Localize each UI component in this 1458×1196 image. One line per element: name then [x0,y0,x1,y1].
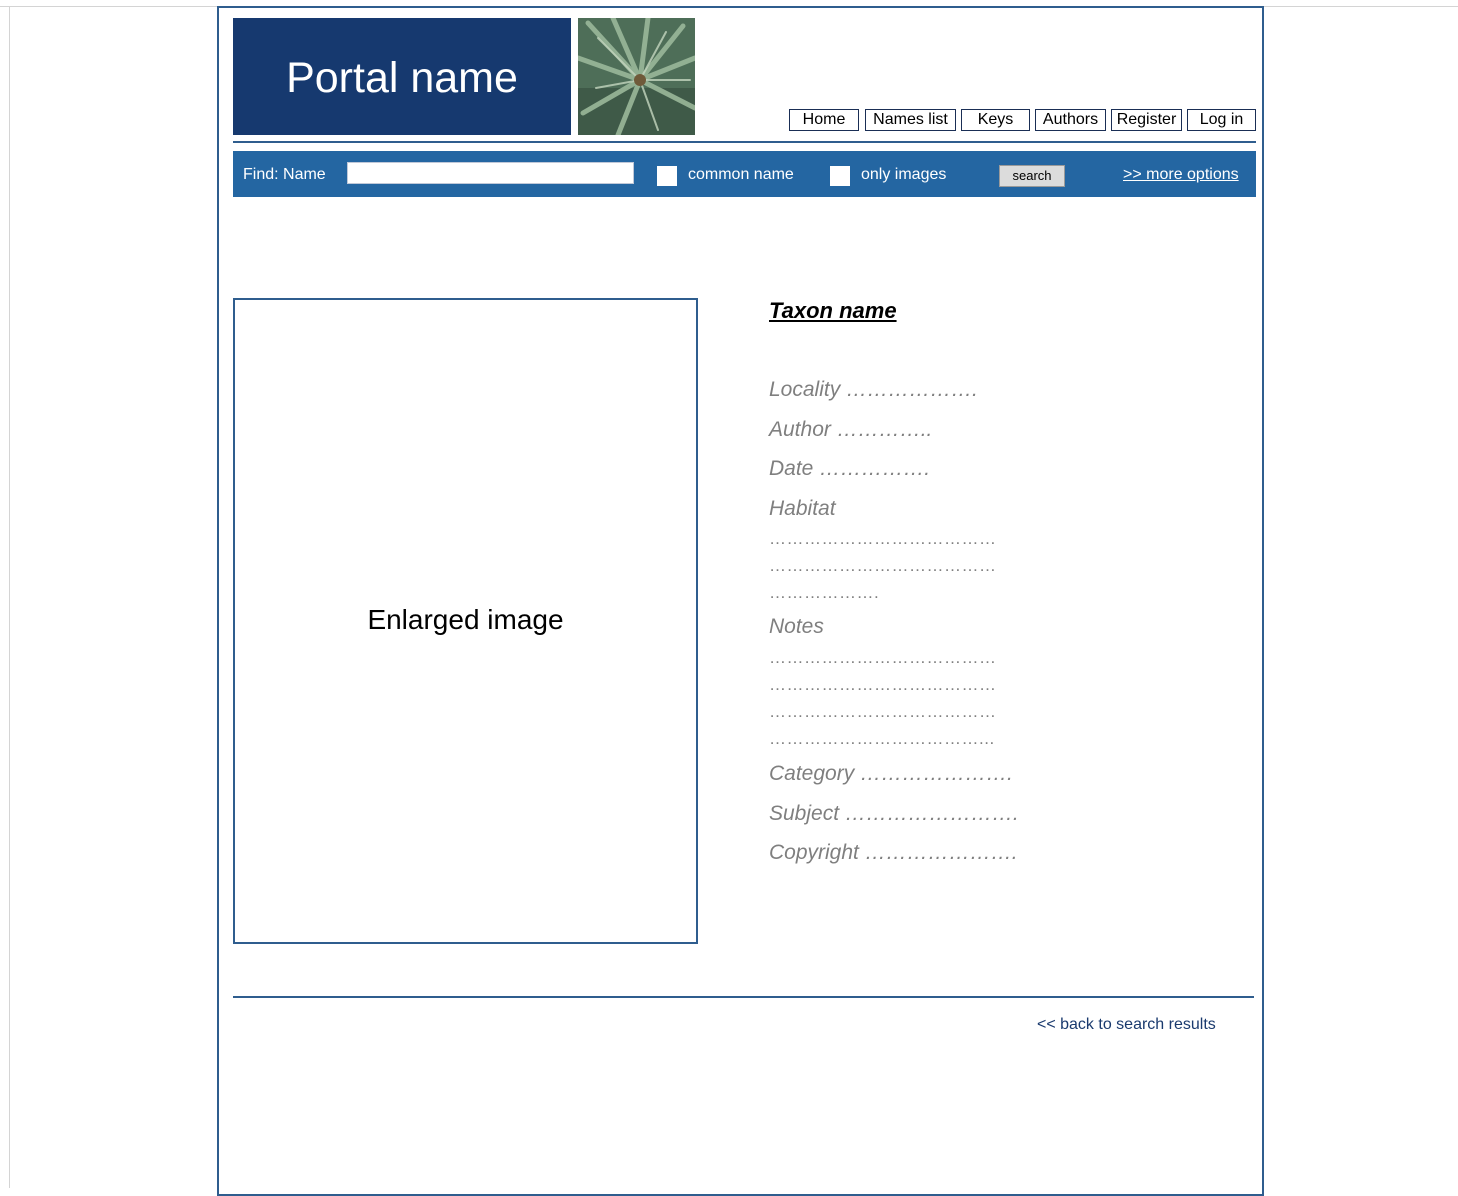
notes-line: ………………………………... [769,729,995,748]
habitat-line: ………………………………… [769,556,997,575]
field-subject: Subject ……………………. [769,802,1019,825]
only-images-checkbox[interactable] [830,166,850,186]
footer-divider [233,996,1254,998]
nav-register[interactable]: Register [1111,109,1182,131]
common-name-checkbox[interactable] [657,166,677,186]
notes-line: ………………………………… [769,702,997,721]
field-habitat: Habitat [769,497,836,520]
palm-leaves-image [578,18,695,135]
habitat-line: ………………. [769,583,880,602]
notes-line: ………………………………… [769,648,997,667]
nav-authors[interactable]: Authors [1035,109,1106,131]
header-divider [233,141,1256,143]
more-options-link[interactable]: >> more options [1123,166,1239,184]
field-date: Date ……………. [769,457,931,480]
browser-left-border [9,6,10,1188]
find-name-label: Find: Name [243,166,326,183]
search-bar: Find: Name common name only images searc… [233,151,1256,197]
common-name-label: common name [688,166,794,183]
back-to-search-results-link[interactable]: << back to search results [1037,1016,1216,1034]
name-search-input[interactable] [347,162,634,184]
page-container: Portal name Home Names list Keys Authors… [217,6,1264,1196]
portal-name: Portal name [286,54,518,102]
field-locality: Locality ………………. [769,378,978,401]
nav-keys[interactable]: Keys [961,109,1030,131]
header-plant-photo [578,18,695,135]
notes-line: ………………………………… [769,675,997,694]
only-images-label: only images [861,166,947,183]
nav-home[interactable]: Home [789,109,859,131]
enlarged-image-placeholder: Enlarged image [367,604,564,635]
portal-logo[interactable]: Portal name [233,18,571,135]
habitat-line: ………………………………… [769,529,997,548]
nav-log-in[interactable]: Log in [1187,109,1256,131]
enlarged-image-frame: Enlarged image [233,298,698,944]
field-notes: Notes [769,615,824,638]
field-category: Category …………………. [769,762,1013,785]
field-copyright: Copyright …………………. [769,841,1018,864]
nav-names-list[interactable]: Names list [865,109,956,131]
field-author: Author ………….. [769,418,933,441]
taxon-name[interactable]: Taxon name [769,298,897,324]
search-button[interactable]: search [999,165,1065,187]
